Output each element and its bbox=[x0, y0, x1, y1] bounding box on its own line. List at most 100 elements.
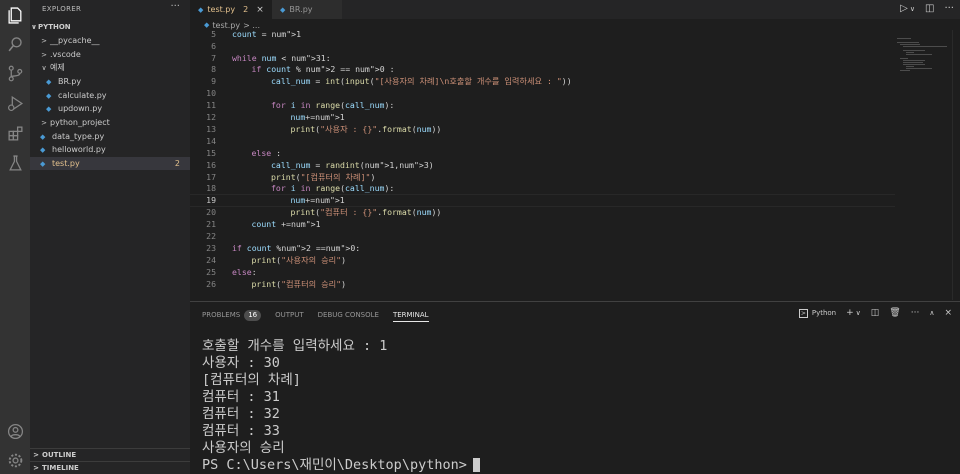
tab-label: TERMINAL bbox=[392, 310, 429, 319]
line-number: 23 bbox=[206, 242, 216, 253]
line-number: 24 bbox=[206, 254, 216, 265]
root-folder-label: PYTHON bbox=[38, 22, 71, 31]
tree-item-label: BR.py bbox=[58, 77, 82, 86]
code-line[interactable]: 26 print("컴퓨터의 승리") bbox=[190, 277, 895, 291]
chevron-right-icon: > bbox=[41, 50, 47, 59]
code-text: print("컴퓨터의 승리") bbox=[251, 278, 347, 289]
tab-br-py[interactable]: ◆ BR.py bbox=[272, 0, 342, 19]
line-number: 25 bbox=[206, 266, 216, 277]
line-number: 21 bbox=[206, 219, 216, 230]
tab-output[interactable]: OUTPUT bbox=[275, 308, 304, 322]
run-debug-icon[interactable] bbox=[5, 93, 25, 113]
terminal-line: 사용자의 승리 bbox=[202, 440, 285, 456]
tab-label: test.py bbox=[207, 5, 236, 14]
tree-item-helloworld-py[interactable]: ◆ helloworld.py bbox=[30, 143, 190, 156]
code-text: count = num">1 bbox=[232, 30, 302, 39]
tree-item-pycache[interactable]: > __pycache__ bbox=[30, 34, 190, 47]
tab-debug-console[interactable]: DEBUG CONSOLE bbox=[318, 308, 379, 322]
testing-icon[interactable] bbox=[5, 153, 25, 173]
split-editor-icon[interactable]: ◫ bbox=[925, 3, 934, 14]
python-file-icon: ◆ bbox=[46, 104, 52, 113]
explorer-root-folder[interactable]: ∨ PYTHON bbox=[30, 20, 190, 33]
timeline-section[interactable]: > TIMELINE bbox=[30, 461, 190, 474]
trash-icon[interactable]: 🗑 bbox=[889, 308, 900, 318]
minimap[interactable] bbox=[895, 30, 950, 300]
terminal-selector[interactable]: > Python bbox=[798, 308, 837, 318]
tab-test-py[interactable]: ◆ test.py 2 × bbox=[190, 0, 272, 19]
code-editor[interactable]: 5 count = num">1 6 7 while num < num">31: 8 if… bbox=[190, 30, 895, 300]
outline-label: OUTLINE bbox=[42, 451, 77, 459]
code-text: else: bbox=[232, 266, 257, 277]
breadcrumb-rest[interactable]: > ... bbox=[243, 21, 260, 30]
editor-tab-bar: ◆ test.py 2 × ◆ BR.py ▷ ∨ ◫ ··· bbox=[190, 0, 960, 19]
editor-scrollbar[interactable] bbox=[952, 30, 960, 300]
terminal-line: [컴퓨터의 차례] bbox=[202, 372, 301, 388]
line-number: 15 bbox=[206, 147, 216, 158]
manage-gear-icon[interactable] bbox=[5, 450, 25, 470]
tab-problems[interactable]: PROBLEMS 16 bbox=[202, 308, 262, 322]
tree-item-test-py[interactable]: ◆ test.py 2 bbox=[30, 157, 190, 170]
chevron-up-icon[interactable]: ∧ bbox=[929, 309, 934, 317]
line-number: 13 bbox=[206, 123, 216, 134]
new-terminal-icon[interactable]: + bbox=[846, 308, 854, 318]
tab-terminal[interactable]: TERMINAL bbox=[392, 308, 429, 322]
tree-item-label: __pycache__ bbox=[50, 36, 100, 45]
chevron-down-icon: ∨ bbox=[31, 22, 37, 31]
chevron-down-icon[interactable]: ∨ bbox=[856, 309, 861, 317]
line-number: 14 bbox=[206, 135, 216, 146]
panel-tabs: PROBLEMS 16 OUTPUT DEBUG CONSOLE TERMINA… bbox=[202, 308, 429, 322]
search-icon[interactable] bbox=[5, 34, 25, 54]
terminal-line: 컴퓨터 : 31 bbox=[202, 389, 280, 405]
tree-item-python-project[interactable]: > python_project bbox=[30, 116, 190, 129]
extensions-icon[interactable] bbox=[5, 123, 25, 143]
line-number: 8 bbox=[211, 64, 216, 75]
tree-item-label: python_project bbox=[50, 118, 110, 127]
timeline-label: TIMELINE bbox=[42, 464, 79, 472]
run-icon[interactable]: ▷ bbox=[900, 3, 908, 14]
tab-label: BR.py bbox=[289, 5, 313, 14]
more-actions-icon[interactable]: ··· bbox=[944, 3, 954, 14]
code-text: call_num = randint(num">1,num">3) bbox=[271, 159, 434, 170]
explorer-more-button[interactable]: ··· bbox=[170, 1, 180, 12]
terminal-icon: > bbox=[798, 308, 808, 318]
account-icon[interactable] bbox=[5, 421, 25, 441]
files-icon[interactable] bbox=[5, 5, 25, 25]
terminal-name: Python bbox=[811, 309, 837, 317]
source-control-icon[interactable] bbox=[5, 63, 25, 83]
outline-section[interactable]: > OUTLINE bbox=[30, 448, 190, 461]
split-terminal-icon[interactable]: ◫ bbox=[871, 308, 880, 318]
more-actions-icon[interactable]: ··· bbox=[911, 308, 920, 318]
code-text: while num < num">31: bbox=[232, 52, 331, 63]
tree-item-updown-py[interactable]: ◆ updown.py bbox=[30, 102, 190, 115]
breadcrumb-file[interactable]: test.py bbox=[212, 21, 240, 30]
tab-label: PROBLEMS bbox=[202, 311, 241, 319]
tree-item-label: test.py bbox=[52, 159, 80, 168]
tree-item-label: .vscode bbox=[50, 50, 81, 59]
terminal-line: 사용자 : 30 bbox=[202, 355, 280, 371]
line-number: 19 bbox=[206, 195, 216, 206]
problems-count-badge: 16 bbox=[244, 309, 262, 321]
close-icon[interactable]: × bbox=[256, 5, 264, 15]
chevron-down-icon[interactable]: ∨ bbox=[910, 5, 915, 14]
python-file-icon: ◆ bbox=[40, 132, 46, 141]
tree-item-br-py[interactable]: ◆ BR.py bbox=[30, 75, 190, 88]
tree-item-vscode[interactable]: > .vscode bbox=[30, 48, 190, 61]
tree-item-label: updown.py bbox=[58, 104, 103, 113]
close-icon[interactable]: × bbox=[944, 308, 952, 318]
chevron-right-icon: > bbox=[41, 118, 47, 127]
line-number: 17 bbox=[206, 171, 216, 182]
line-number: 5 bbox=[211, 30, 216, 39]
python-file-icon: ◆ bbox=[46, 91, 52, 100]
terminal-line: 컴퓨터 : 32 bbox=[202, 406, 280, 422]
code-text: if count %num">2 ==num">0: bbox=[232, 242, 361, 253]
line-number: 12 bbox=[206, 112, 216, 123]
tree-item-label: helloworld.py bbox=[52, 145, 106, 154]
line-number: 22 bbox=[206, 231, 216, 242]
terminal-output[interactable]: 호출할 개수를 입력하세요 : 1 사용자 : 30 [컴퓨터의 차례] 컴퓨터 : … bbox=[202, 338, 480, 474]
tree-item-data-type-py[interactable]: ◆ data_type.py bbox=[30, 130, 190, 143]
python-file-icon: ◆ bbox=[40, 145, 46, 154]
tree-item-calculate-py[interactable]: ◆ calculate.py bbox=[30, 89, 190, 102]
tab-label: DEBUG CONSOLE bbox=[317, 311, 379, 319]
panel-actions: > Python + ∨ ◫ 🗑 ··· ∧ × bbox=[798, 308, 952, 318]
tree-item-examples-folder[interactable]: ∨ 예제 bbox=[30, 61, 190, 74]
